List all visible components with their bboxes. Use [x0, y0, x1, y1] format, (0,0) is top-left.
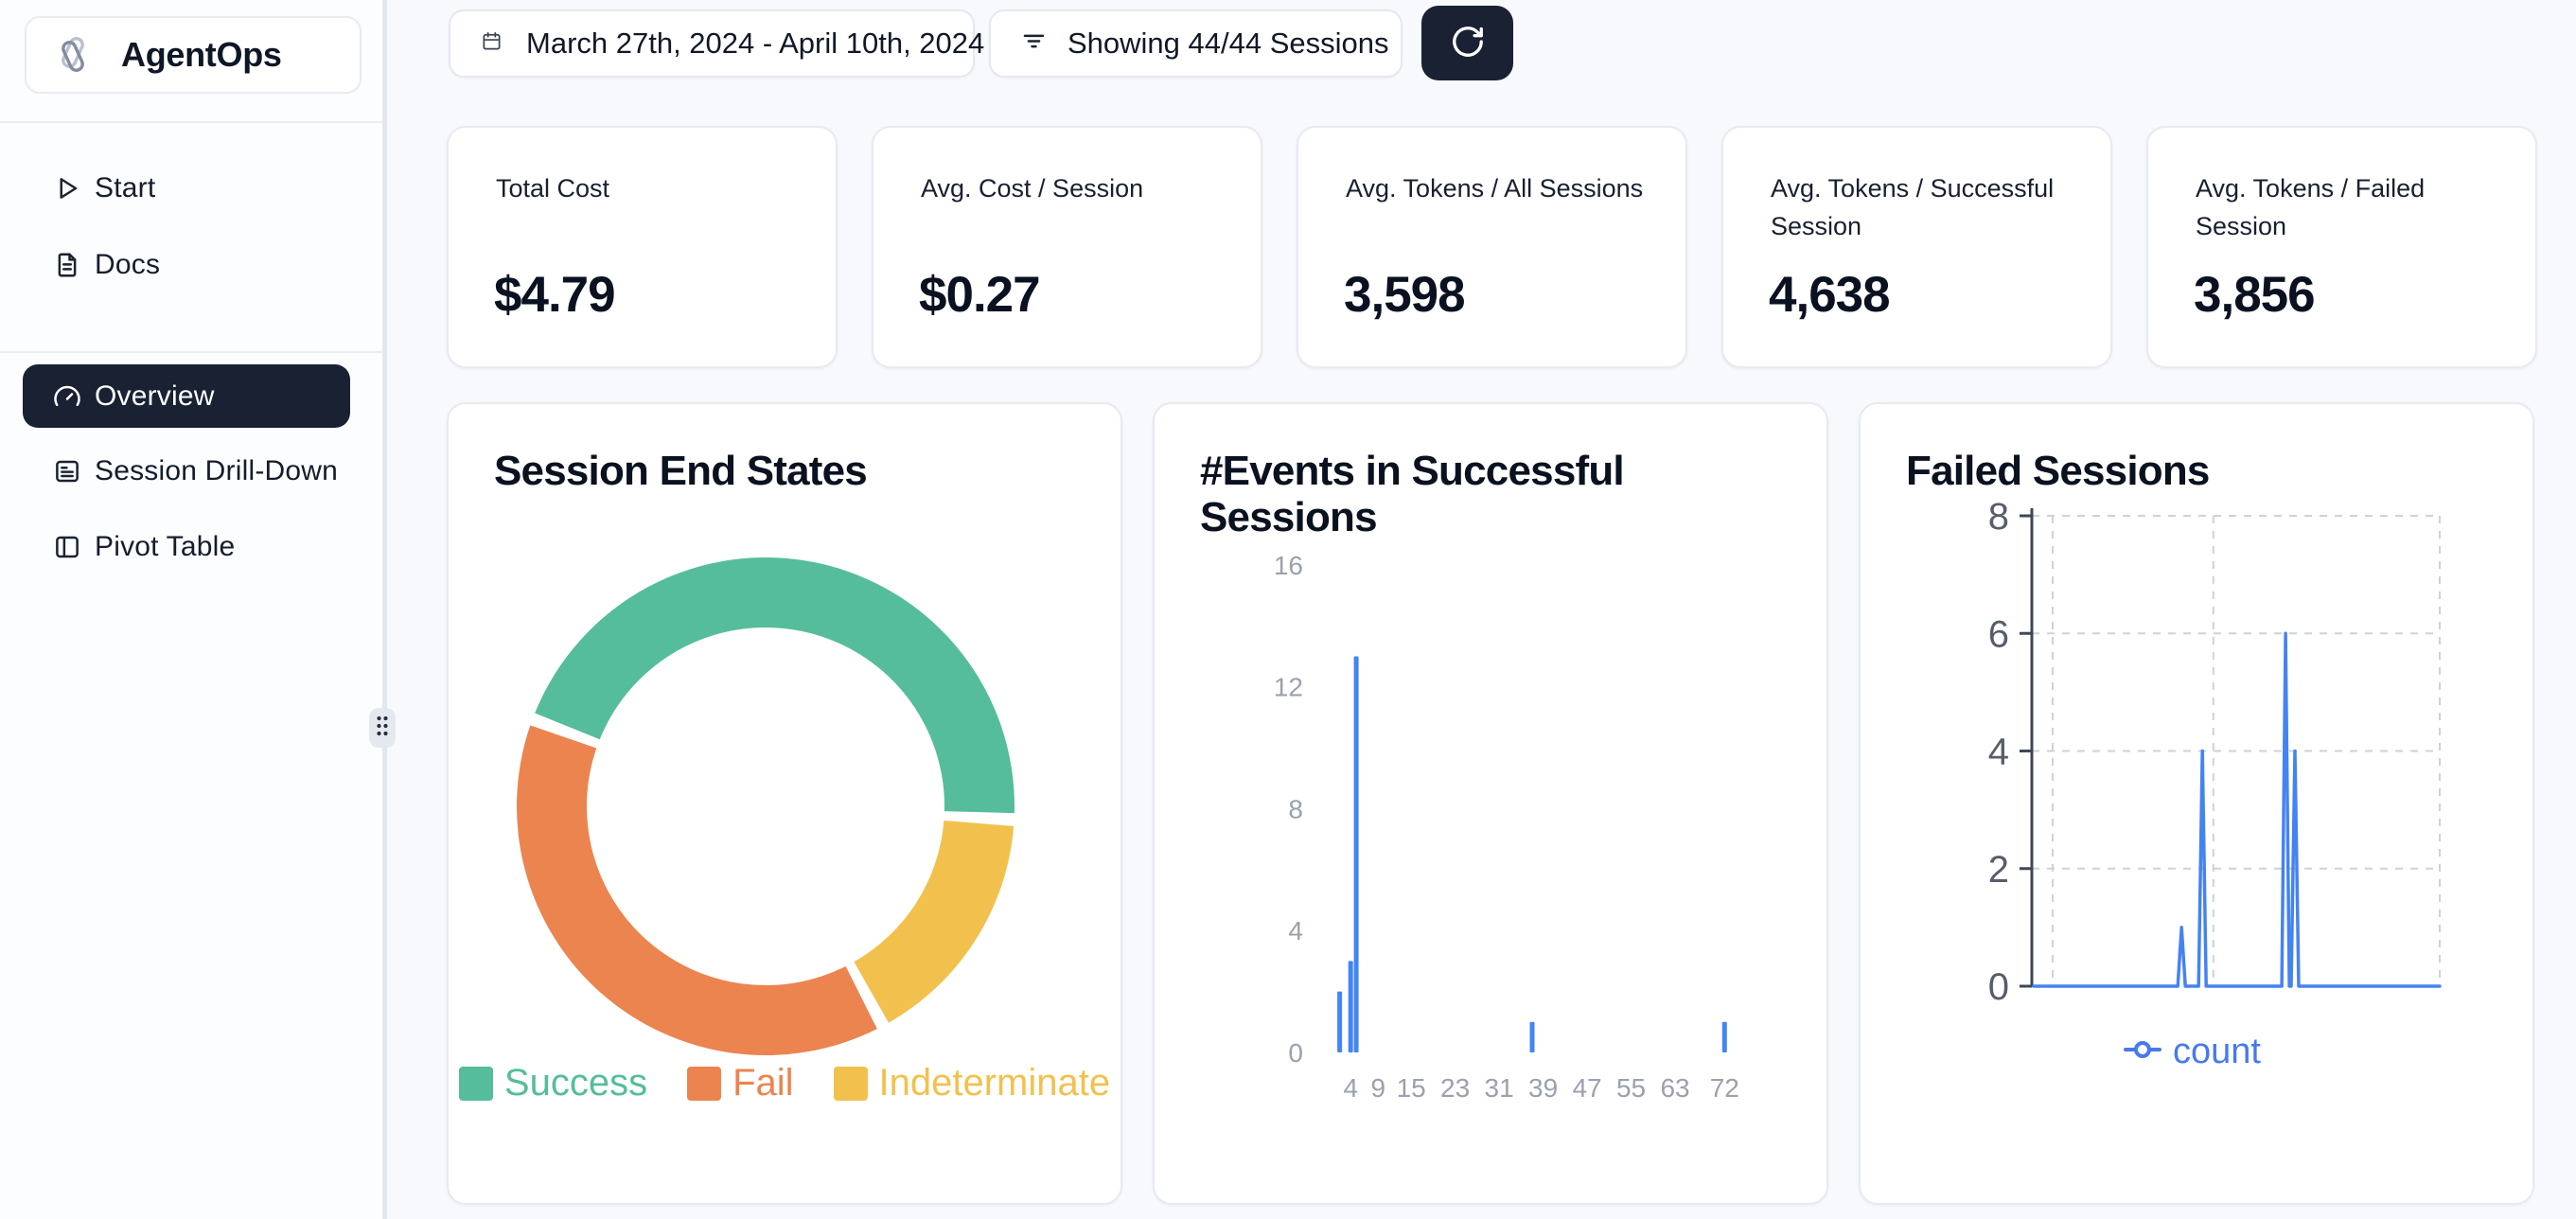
events-histogram-card: #Events in Successful Sessions 048121649…	[1153, 402, 1828, 1205]
sidebar-divider-main	[0, 351, 382, 353]
sidebar-divider-top	[0, 121, 382, 123]
stat-value: 3,856	[2194, 266, 2315, 324]
svg-text:4: 4	[1288, 916, 1303, 945]
svg-text:15: 15	[1397, 1073, 1426, 1103]
svg-text:count: count	[2173, 1032, 2261, 1071]
sidebar-item-label: Session Drill-Down	[95, 455, 338, 487]
legend-item-success: Success	[459, 1062, 647, 1104]
sessions-filter-label: Showing 44/44 Sessions	[1067, 26, 1389, 61]
list-box-icon	[53, 457, 81, 486]
stat-card-total-cost: Total Cost $4.79	[447, 126, 838, 368]
line-chart: 0 2 4 6 8 count	[1861, 404, 2536, 1203]
svg-text:47: 47	[1572, 1073, 1601, 1103]
svg-text:12: 12	[1274, 673, 1303, 702]
svg-text:2: 2	[1988, 849, 2009, 891]
sidebar-item-start[interactable]: Start	[23, 161, 350, 216]
sidebar-item-label: Overview	[95, 380, 215, 413]
sidebar-item-pivot-table[interactable]: Pivot Table	[23, 520, 350, 574]
svg-text:63: 63	[1660, 1073, 1689, 1103]
stat-value: $0.27	[919, 266, 1040, 324]
stat-card-avg-tokens-failed: Avg. Tokens / Failed Session 3,856	[2146, 126, 2537, 368]
grip-dots-icon	[374, 715, 391, 742]
gauge-icon	[53, 382, 81, 411]
svg-text:4: 4	[1988, 732, 2009, 773]
document-icon	[53, 251, 81, 279]
donut-legend: Success Fail Indeterminate	[449, 1062, 1120, 1104]
stat-label: Avg. Tokens / Failed Session	[2196, 169, 2494, 245]
stat-value: $4.79	[494, 266, 615, 324]
svg-text:55: 55	[1616, 1073, 1646, 1103]
svg-text:16: 16	[1274, 551, 1303, 580]
date-range-label: March 27th, 2024 - April 10th, 2024	[526, 26, 984, 61]
sidebar-border	[382, 0, 387, 1219]
svg-text:0: 0	[1988, 966, 2009, 1008]
legend-item-indeterminate: Indeterminate	[834, 1062, 1111, 1104]
stat-card-avg-tokens-successful: Avg. Tokens / Successful Session 4,638	[1721, 126, 2112, 368]
svg-text:8: 8	[1288, 794, 1303, 823]
sidebar: AgentOps Start Docs Overview	[0, 0, 382, 1219]
sidebar-item-session-drill-down[interactable]: Session Drill-Down	[23, 444, 350, 499]
svg-text:23: 23	[1440, 1073, 1470, 1103]
play-icon	[53, 174, 81, 203]
stat-label: Total Cost	[496, 169, 794, 207]
sessions-filter-button[interactable]: Showing 44/44 Sessions	[989, 9, 1403, 78]
svg-text:8: 8	[1988, 496, 2009, 538]
stat-value: 4,638	[1769, 266, 1890, 324]
brand[interactable]: AgentOps	[25, 16, 362, 94]
legend-label: Fail	[732, 1062, 793, 1104]
donut-chart	[501, 541, 1031, 1071]
failed-sessions-card: Failed Sessions 02468count	[1859, 402, 2534, 1205]
legend-swatch	[687, 1067, 721, 1101]
svg-text:6: 6	[1988, 613, 2009, 655]
svg-text:4: 4	[1343, 1073, 1358, 1103]
svg-text:72: 72	[1710, 1073, 1739, 1103]
stat-card-avg-cost-session: Avg. Cost / Session $0.27	[872, 126, 1262, 368]
chart-title: Session End States	[494, 448, 1062, 494]
session-end-states-card: Session End States Success Fail Indeterm…	[447, 402, 1122, 1205]
histogram-chart: 0481216491523313947556372	[1155, 404, 1830, 1203]
sidebar-item-label: Pivot Table	[95, 531, 235, 563]
stat-value: 3,598	[1344, 266, 1465, 324]
svg-text:31: 31	[1485, 1073, 1514, 1103]
svg-text:39: 39	[1528, 1073, 1558, 1103]
stat-label: Avg. Tokens / All Sessions	[1346, 169, 1644, 207]
legend-swatch	[459, 1067, 493, 1101]
legend-item-fail: Fail	[687, 1062, 793, 1104]
svg-text:0: 0	[1288, 1038, 1303, 1068]
stat-label: Avg. Cost / Session	[921, 169, 1219, 207]
brand-name: AgentOps	[121, 35, 282, 75]
sidebar-item-docs[interactable]: Docs	[23, 238, 350, 292]
stat-card-avg-tokens-all: Avg. Tokens / All Sessions 3,598	[1297, 126, 1687, 368]
calendar-icon	[481, 30, 503, 57]
stat-label: Avg. Tokens / Successful Session	[1771, 169, 2069, 245]
legend-swatch	[834, 1067, 868, 1101]
sidebar-resize-handle[interactable]	[369, 708, 396, 748]
panel-columns-icon	[53, 533, 81, 561]
refresh-icon	[1450, 24, 1486, 62]
filter-icon	[1021, 28, 1047, 59]
sidebar-item-overview[interactable]: Overview	[23, 364, 350, 428]
date-range-button[interactable]: March 27th, 2024 - April 10th, 2024	[449, 9, 975, 78]
svg-text:9: 9	[1371, 1073, 1386, 1103]
sidebar-item-label: Start	[95, 172, 155, 204]
refresh-button[interactable]	[1421, 6, 1513, 80]
agentops-paperclip-logo-icon	[51, 33, 95, 77]
legend-label: Indeterminate	[879, 1062, 1111, 1104]
sidebar-item-label: Docs	[95, 249, 160, 281]
legend-label: Success	[504, 1062, 647, 1104]
